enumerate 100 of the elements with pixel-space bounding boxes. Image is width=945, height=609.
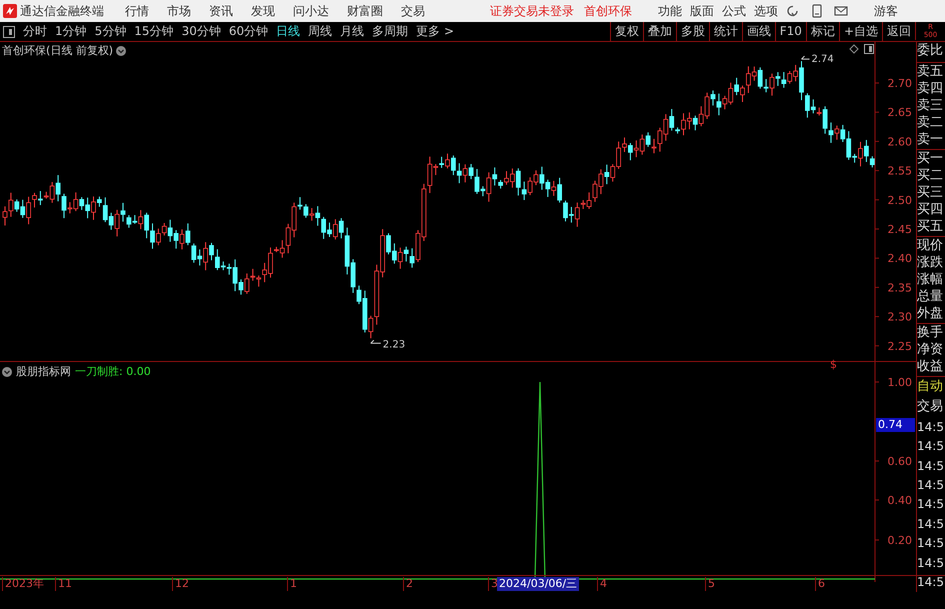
menu-item[interactable]: 选项: [754, 2, 778, 20]
period-tab[interactable]: 日线: [272, 23, 304, 40]
period-tab[interactable]: 多周期: [368, 23, 412, 40]
trades-header: 交易: [917, 398, 944, 416]
quote-field-label: 卖五: [917, 63, 944, 80]
price-label: 2.45: [888, 223, 912, 236]
menu-item[interactable]: 发现: [251, 2, 275, 20]
trade-time: 14:5: [917, 556, 945, 570]
trade-time: 14:5: [917, 458, 945, 473]
app-logo-icon: [3, 4, 17, 18]
low-price-label: 2.23: [382, 339, 406, 350]
dropdown-icon[interactable]: [2, 366, 12, 377]
period-tab[interactable]: 30分钟: [178, 23, 225, 40]
price-label: 2.55: [888, 164, 912, 178]
period-tab[interactable]: 月线: [336, 23, 368, 40]
quote-field-label: 外盘: [917, 305, 944, 322]
menu-item[interactable]: 交易: [401, 2, 425, 20]
quote-field-label: 卖三: [917, 97, 944, 114]
app-title: 通达信金融终端: [20, 2, 104, 20]
toolbar-button[interactable]: 多股: [676, 22, 709, 41]
panel-toggle-icon[interactable]: [3, 26, 15, 38]
quote-field-label: 总量: [917, 288, 944, 305]
notice-text[interactable]: 证券交易未登录: [490, 2, 574, 20]
quote-field-label: 涨跌: [917, 254, 944, 271]
period-tab[interactable]: 15分钟: [130, 23, 178, 40]
toolbar-button[interactable]: 统计: [708, 22, 742, 41]
period-tab[interactable]: 1分钟: [51, 23, 91, 40]
time-axis-label: 11: [55, 577, 72, 592]
quote-field-label: 买三: [917, 184, 944, 201]
indicator-axis-label: 0.20: [888, 534, 912, 548]
period-tab[interactable]: 分时: [19, 23, 51, 40]
time-axis-label: 6: [815, 577, 825, 592]
period-tab[interactable]: 更多 >: [412, 23, 458, 40]
quote-field-label: 买一: [917, 150, 944, 167]
menu-item[interactable]: 公式: [722, 2, 746, 20]
chart-title: 首创环保(日线 前复权): [2, 43, 114, 58]
quote-field-label: 买五: [917, 218, 944, 235]
quote-field-label: 买二: [917, 167, 944, 184]
trade-time: 14:5: [917, 478, 945, 492]
diamond-icon[interactable]: [849, 44, 859, 54]
time-axis-label: 12: [172, 577, 189, 592]
cursor-value-label: 0.74: [876, 418, 915, 432]
toolbar-button[interactable]: 复权: [610, 22, 643, 41]
mail-icon[interactable]: [834, 4, 848, 18]
quote-field-label: 净资: [917, 341, 944, 358]
leader-line: [801, 56, 810, 60]
dropdown-icon[interactable]: [116, 46, 126, 56]
trade-time: 14:5: [917, 497, 945, 512]
quote-field-label: 卖二: [917, 114, 944, 131]
toolbar-button[interactable]: 返回: [882, 22, 915, 41]
trade-time: 14:5: [917, 516, 945, 531]
menu-item[interactable]: 市场: [167, 2, 191, 20]
toolbar-button[interactable]: 画线: [742, 22, 775, 41]
menu-item[interactable]: 资讯: [209, 2, 233, 20]
panel-toggle-icon[interactable]: [864, 44, 874, 54]
menu-item[interactable]: 行情: [125, 2, 149, 20]
quote-field-label: 委比: [917, 42, 944, 59]
time-axis-label: 5: [705, 577, 715, 592]
user-name[interactable]: 游客: [874, 2, 898, 20]
period-tab[interactable]: 周线: [304, 23, 336, 40]
toolbar-button[interactable]: 标记: [806, 22, 839, 41]
quote-field-label: 涨幅: [917, 271, 944, 288]
high-price-label: 2.74: [812, 54, 834, 66]
price-label: 2.35: [888, 281, 912, 294]
indicator-axis-label: 1.00: [888, 376, 912, 390]
toolbar-button[interactable]: 叠加: [642, 22, 676, 41]
trade-time: 14:5: [917, 420, 945, 434]
quote-field-label: 卖一: [917, 131, 944, 148]
price-label: 2.25: [888, 340, 912, 353]
period-tab[interactable]: 5分钟: [90, 23, 130, 40]
notice-text[interactable]: 首创环保: [584, 2, 632, 20]
price-label: 2.40: [888, 252, 912, 266]
quote-field-label: 收益: [917, 358, 944, 375]
quote-field-label: 现价: [917, 237, 944, 254]
price-label: 2.60: [888, 135, 912, 148]
indicator-source: 股朋指标网: [16, 364, 71, 380]
marker-label: $: [830, 358, 837, 371]
trade-time: 14:5: [917, 575, 945, 590]
quote-field-label: 换手: [917, 324, 944, 341]
price-label: 2.30: [888, 310, 912, 324]
menu-item[interactable]: 功能: [658, 2, 682, 20]
time-axis-label: 1: [287, 577, 297, 592]
trade-time: 14:5: [917, 439, 945, 454]
menu-item[interactable]: 版面: [690, 2, 714, 20]
refresh-icon[interactable]: [786, 4, 800, 18]
toolbar-button[interactable]: F10: [774, 22, 806, 41]
mode-label[interactable]: 自动: [917, 377, 945, 397]
time-axis-label: 2023年: [2, 577, 44, 592]
quote-field-label: 卖四: [917, 80, 944, 97]
indicator-axis-label: 0.60: [888, 455, 912, 468]
indicator-reading: 一刀制胜: 0.00: [75, 364, 151, 380]
price-label: 2.65: [888, 106, 912, 120]
phone-icon[interactable]: [810, 4, 824, 18]
time-axis-label: 4: [597, 577, 607, 592]
leader-line: [370, 340, 382, 344]
toolbar-button[interactable]: +自选: [838, 22, 882, 41]
menu-item[interactable]: 问小达: [293, 2, 329, 20]
period-tab[interactable]: 60分钟: [224, 23, 272, 40]
menu-item[interactable]: 财富圈: [347, 2, 383, 20]
quote-field-label: 买四: [917, 201, 944, 218]
